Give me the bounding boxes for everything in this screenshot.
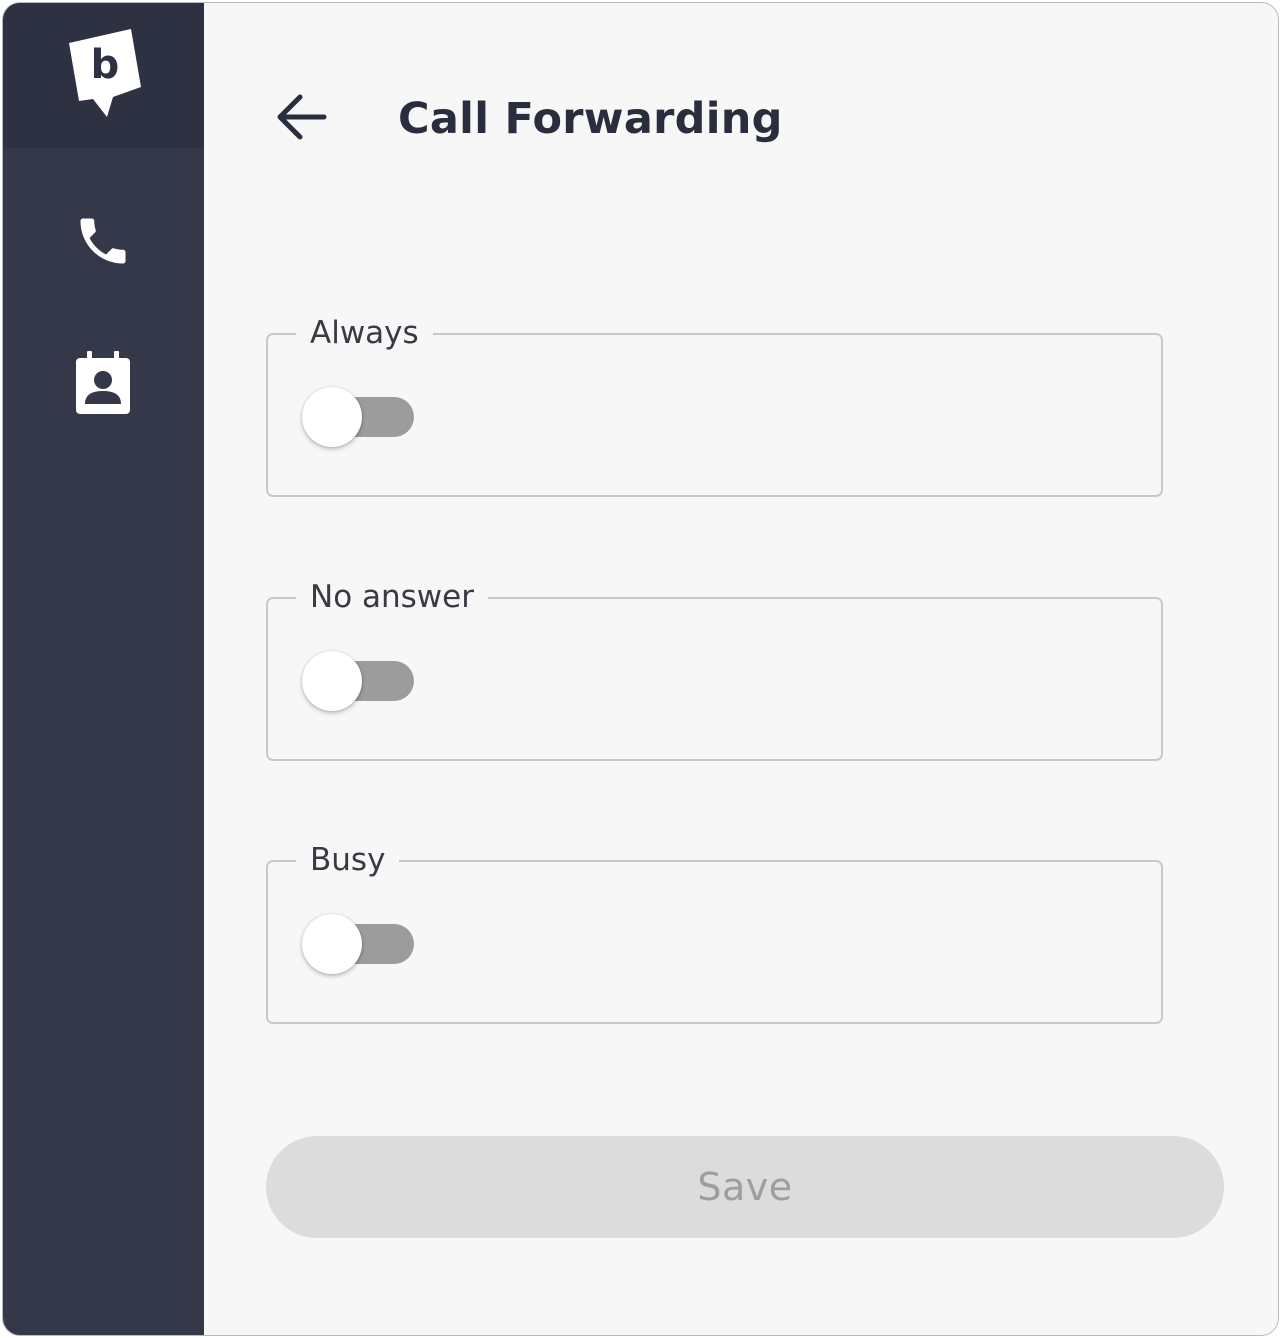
back-button[interactable] xyxy=(266,86,336,152)
forwarding-no-answer-label: No answer xyxy=(296,577,488,617)
toggle-thumb xyxy=(302,651,362,711)
page-title: Call Forwarding xyxy=(398,94,783,144)
contacts-icon xyxy=(73,351,133,421)
sidebar-logo-area: b xyxy=(3,3,204,148)
forwarding-busy-group: Busy xyxy=(266,840,1163,1024)
toggle-thumb xyxy=(302,387,362,447)
forwarding-always-toggle[interactable] xyxy=(302,387,414,447)
phone-icon xyxy=(73,211,133,275)
sidebar: b xyxy=(3,3,204,1335)
forwarding-no-answer-group: No answer xyxy=(266,577,1163,761)
toggle-thumb xyxy=(302,914,362,974)
forwarding-always-label: Always xyxy=(296,313,433,353)
svg-text:b: b xyxy=(91,42,120,88)
forwarding-busy-toggle[interactable] xyxy=(302,914,414,974)
sidebar-item-calls[interactable] xyxy=(70,210,136,276)
sidebar-item-contacts[interactable] xyxy=(70,351,136,421)
arrow-left-icon xyxy=(274,92,328,146)
forwarding-busy-label: Busy xyxy=(296,840,400,880)
forwarding-no-answer-toggle[interactable] xyxy=(302,651,414,711)
save-button[interactable]: Save xyxy=(266,1136,1224,1238)
main-content: Call Forwarding Always No answer Busy Sa… xyxy=(204,3,1278,1335)
forwarding-always-group: Always xyxy=(266,313,1163,497)
app-window: b Call Forwarding Always No answer Busy … xyxy=(2,2,1279,1336)
brand-logo-icon[interactable]: b xyxy=(65,27,143,119)
